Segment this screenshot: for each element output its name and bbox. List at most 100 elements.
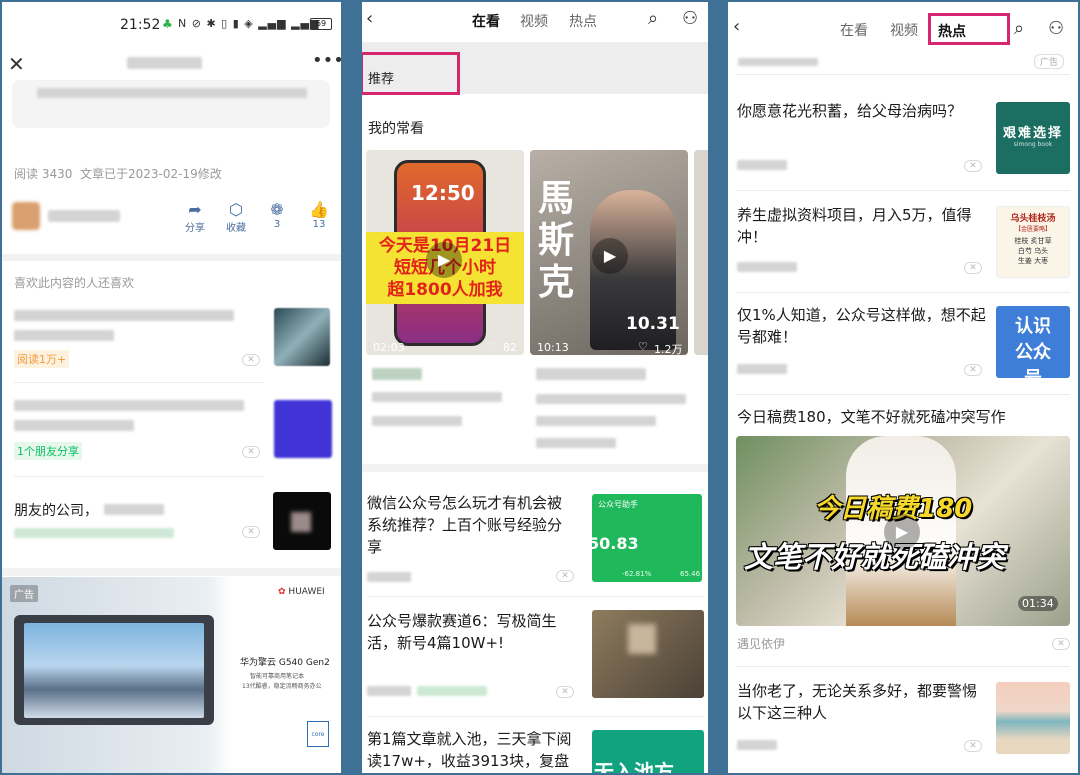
- author-name-blurred[interactable]: [48, 210, 120, 222]
- section-separator: [2, 254, 341, 261]
- status-bar: 21:52 ♣ N ⊘ ✱ ▯ ▮ ◈ ▂▄▆ ▂▄▆ 69: [2, 2, 341, 44]
- dismiss-button[interactable]: ✕: [964, 364, 982, 376]
- video-thumbnail[interactable]: 今日稿费180 文笔不好就死磕冲突 ▶ 01:34: [736, 436, 1070, 626]
- share-icon: ➦: [188, 200, 202, 219]
- list-item[interactable]: 阅读1万+ ✕: [12, 302, 332, 382]
- dismiss-button[interactable]: ✕: [964, 740, 982, 752]
- article-thumbnail: 乌头桂枝汤 【金匮要略】 桂枝 炙甘草 白芍 乌头 生姜 大枣: [996, 206, 1070, 278]
- thumb-text: 认识公众号: [1015, 316, 1051, 378]
- huawei-logo: ✿ HUAWEI: [278, 587, 325, 597]
- play-icon[interactable]: ▶: [426, 242, 462, 278]
- video-title-blurred: [536, 416, 656, 426]
- article-source-blurred: [737, 740, 777, 750]
- tab-watching[interactable]: 在看: [472, 11, 500, 31]
- item-thumbnail: [274, 400, 332, 458]
- close-icon[interactable]: ✕: [8, 52, 25, 76]
- video-author[interactable]: 遇见依伊: [737, 635, 785, 652]
- list-item[interactable]: 当你老了，无论关系多好，都要警惕以下这三种人 ✕: [728, 672, 1078, 768]
- list-item[interactable]: 你愿意花光积蓄，给父母治病吗？ ✕ 艰难选择 simong book: [728, 92, 1078, 188]
- video-caption-2: 文笔不好就死磕冲突: [744, 540, 1006, 574]
- item-thumbnail: [274, 308, 330, 366]
- play-icon[interactable]: ▶: [592, 238, 628, 274]
- list-item[interactable]: 1个朋友分享 ✕: [12, 392, 332, 472]
- like-button[interactable]: ❁ 3: [266, 200, 288, 230]
- article-thumbnail: 公众号助手 50.83 -62.81% 65.46: [592, 494, 702, 582]
- article-source-blurred: [737, 160, 787, 170]
- cube-icon: ⬡: [229, 200, 243, 219]
- divider: [736, 74, 1070, 75]
- article-thumbnail: [996, 682, 1070, 754]
- video-likes: 82: [503, 341, 517, 354]
- video-title: 今日稿费180，文笔不好就死磕冲突写作: [737, 408, 1006, 426]
- heart-icon: ♡: [638, 340, 648, 353]
- friend-share-tag: 1个朋友分享: [14, 442, 82, 460]
- dismiss-button[interactable]: ✕: [242, 526, 260, 538]
- share-button[interactable]: ➦ 分享: [182, 200, 208, 234]
- item-title-blurred: [104, 504, 164, 515]
- wechat-status-icon: ♣: [162, 17, 173, 31]
- video-duration: 10:13: [537, 341, 569, 354]
- divider: [736, 292, 1070, 293]
- list-item[interactable]: 仅1%人知道，公众号这样做，想不起号都难！ ✕ 认识公众号: [728, 296, 1078, 392]
- video-card-partial[interactable]: [694, 150, 708, 355]
- ad-tag[interactable]: 广告: [1034, 54, 1065, 69]
- video-author-blurred: [536, 368, 646, 380]
- video-item[interactable]: 今日稿费180，文笔不好就死磕冲突写作 今日稿费180 文笔不好就死磕冲突 ▶ …: [728, 398, 1078, 662]
- read-count: 阅读 3430: [14, 167, 73, 181]
- article-title: 你愿意花光积蓄，给父母治病吗？: [737, 102, 963, 120]
- tab-video[interactable]: 视频: [890, 20, 918, 40]
- top-bar: ‹ 在看 视频 热点 ⌕ ⚇: [728, 2, 1078, 50]
- video-date: 10.31: [626, 314, 680, 334]
- profile-icon[interactable]: ⚇: [682, 8, 698, 29]
- list-item[interactable]: 微信公众号怎么玩才有机会被系统推荐？上百个账号经验分享 ✕ 公众号助手 50.8…: [362, 480, 708, 590]
- dismiss-button[interactable]: ✕: [1052, 638, 1070, 650]
- list-item[interactable]: 养生虚拟资料项目，月入5万，值得冲！ ✕ 乌头桂枝汤 【金匮要略】 桂枝 炙甘草…: [728, 194, 1078, 290]
- video-card[interactable]: 馬斯克 ▶ 10.31 10:13 ♡ 1.2万: [530, 150, 688, 355]
- search-icon[interactable]: ⌕: [648, 8, 658, 29]
- list-item[interactable]: 第1篇文章就入池，三天拿下阅读17w+，收益3913块，复盘我写爆文的全部方法 …: [362, 720, 708, 773]
- item-title-blurred: [14, 330, 114, 341]
- thumb-value: 50.83: [592, 534, 639, 553]
- back-icon[interactable]: ‹: [733, 16, 740, 37]
- divider: [736, 394, 1070, 395]
- hot-tab-highlight[interactable]: 热点: [928, 13, 1010, 45]
- page-title-blurred: [127, 57, 202, 69]
- tab-hot[interactable]: 热点: [569, 11, 597, 31]
- back-icon[interactable]: ‹: [366, 8, 373, 29]
- list-item[interactable]: 公众号爆款赛道6：写极简生活，新号4篇10W+! ✕: [362, 600, 708, 710]
- video-title-blurred: [372, 392, 502, 402]
- thumb-line: 桂枝 炙甘草: [1014, 237, 1052, 245]
- tab-watching[interactable]: 在看: [840, 20, 868, 40]
- play-icon[interactable]: ▶: [884, 514, 920, 550]
- thumbs-up-button[interactable]: 👍 13: [308, 200, 330, 230]
- list-item[interactable]: 朋友的公司， ✕: [12, 486, 332, 566]
- ad-banner[interactable]: 广告 ✿ HUAWEI 华为擎云 G540 Gen2 智能可靠商用笔记本 13代…: [2, 577, 341, 773]
- avatar[interactable]: [12, 202, 40, 230]
- dismiss-button[interactable]: ✕: [964, 262, 982, 274]
- like-count: 3: [273, 219, 281, 230]
- also-like-heading: 喜欢此内容的人还喜欢: [14, 276, 135, 290]
- divider: [14, 476, 264, 477]
- favorite-button[interactable]: ⬡ 收藏: [223, 200, 249, 234]
- dismiss-button[interactable]: ✕: [556, 686, 574, 698]
- item-thumbnail: [273, 492, 331, 550]
- dismiss-button[interactable]: ✕: [556, 570, 574, 582]
- more-icon[interactable]: •••: [312, 50, 341, 71]
- article-title: 仅1%人知道，公众号这样做，想不起号都难！: [737, 306, 986, 346]
- profile-icon[interactable]: ⚇: [1048, 18, 1064, 39]
- article-source-blurred: [367, 686, 411, 696]
- search-icon[interactable]: ⌕: [1014, 18, 1024, 39]
- video-title-blurred: [536, 394, 686, 404]
- tab-video[interactable]: 视频: [520, 11, 548, 31]
- ad-label[interactable]: 广告: [10, 585, 38, 602]
- favorite-label: 收藏: [226, 223, 246, 234]
- video-meta-blurred: [536, 438, 616, 448]
- article-source-blurred: [737, 262, 797, 272]
- divider: [14, 382, 264, 383]
- hot-topics-panel: ‹ 在看 视频 热点 ⌕ ⚇ 广告 你愿意花光积蓄，给父母治病吗？ ✕ 艰难选择…: [728, 2, 1078, 773]
- dismiss-button[interactable]: ✕: [242, 354, 260, 366]
- dismiss-button[interactable]: ✕: [964, 160, 982, 172]
- recommend-highlight[interactable]: 推荐: [362, 52, 460, 95]
- dismiss-button[interactable]: ✕: [242, 446, 260, 458]
- video-card[interactable]: 12:50 今天是10月21日 短短几个小时 超1800人加我 ▶ 02:03 …: [366, 150, 524, 355]
